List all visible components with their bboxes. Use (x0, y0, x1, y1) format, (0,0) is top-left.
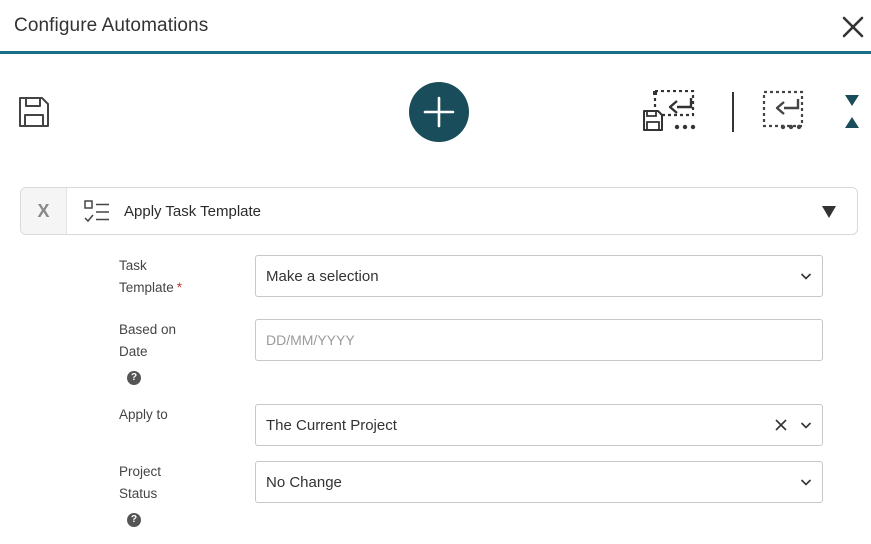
based-on-date-label: Based on Date (119, 322, 177, 359)
chevron-down-icon (800, 479, 812, 486)
chevron-down-icon (800, 422, 812, 429)
toolbar-divider (732, 92, 734, 132)
toolbar (0, 57, 871, 167)
add-action-button[interactable] (409, 82, 469, 142)
close-icon (842, 16, 864, 38)
project-status-value: No Change (266, 474, 342, 491)
apply-to-select[interactable]: The Current Project (255, 404, 823, 446)
checklist-icon (84, 200, 109, 223)
help-icon[interactable]: ? (127, 371, 141, 385)
task-template-value: Make a selection (266, 268, 379, 285)
project-status-label: Project Status (119, 464, 162, 501)
plus-icon (423, 96, 455, 128)
chevron-down-icon (800, 273, 812, 280)
apply-to-value: The Current Project (266, 417, 397, 434)
close-button[interactable] (840, 14, 866, 40)
based-on-date-input[interactable]: DD/MM/YYYY (255, 319, 823, 361)
floppy-disk-icon (19, 97, 49, 127)
clear-icon[interactable] (774, 418, 788, 432)
help-icon[interactable]: ? (127, 513, 141, 527)
dialog-title: Configure Automations (14, 15, 209, 36)
expand-collapse-icon (845, 95, 859, 128)
return-icon (762, 90, 804, 130)
date-placeholder: DD/MM/YYYY (266, 332, 355, 348)
save-and-return-button[interactable] (641, 89, 697, 134)
remove-action-button[interactable]: X (21, 188, 67, 234)
apply-to-label: Apply to (119, 407, 168, 422)
return-button[interactable] (760, 90, 806, 134)
task-template-label: Task Template * (119, 258, 183, 295)
save-and-return-icon (643, 89, 696, 131)
project-status-select[interactable]: No Change (255, 461, 823, 503)
action-title: Apply Task Template (124, 203, 262, 220)
action-row-apply-task-template: X Apply Task Template (20, 187, 858, 235)
required-mark: * (176, 280, 183, 295)
configure-automations-dialog: Configure Automations X Apply Task Templ… (0, 0, 871, 544)
dialog-header: Configure Automations (0, 0, 871, 54)
task-template-select[interactable]: Make a selection (255, 255, 823, 297)
save-button[interactable] (16, 94, 52, 130)
triangle-down-icon[interactable] (821, 205, 837, 219)
expand-collapse-button[interactable] (843, 93, 861, 131)
